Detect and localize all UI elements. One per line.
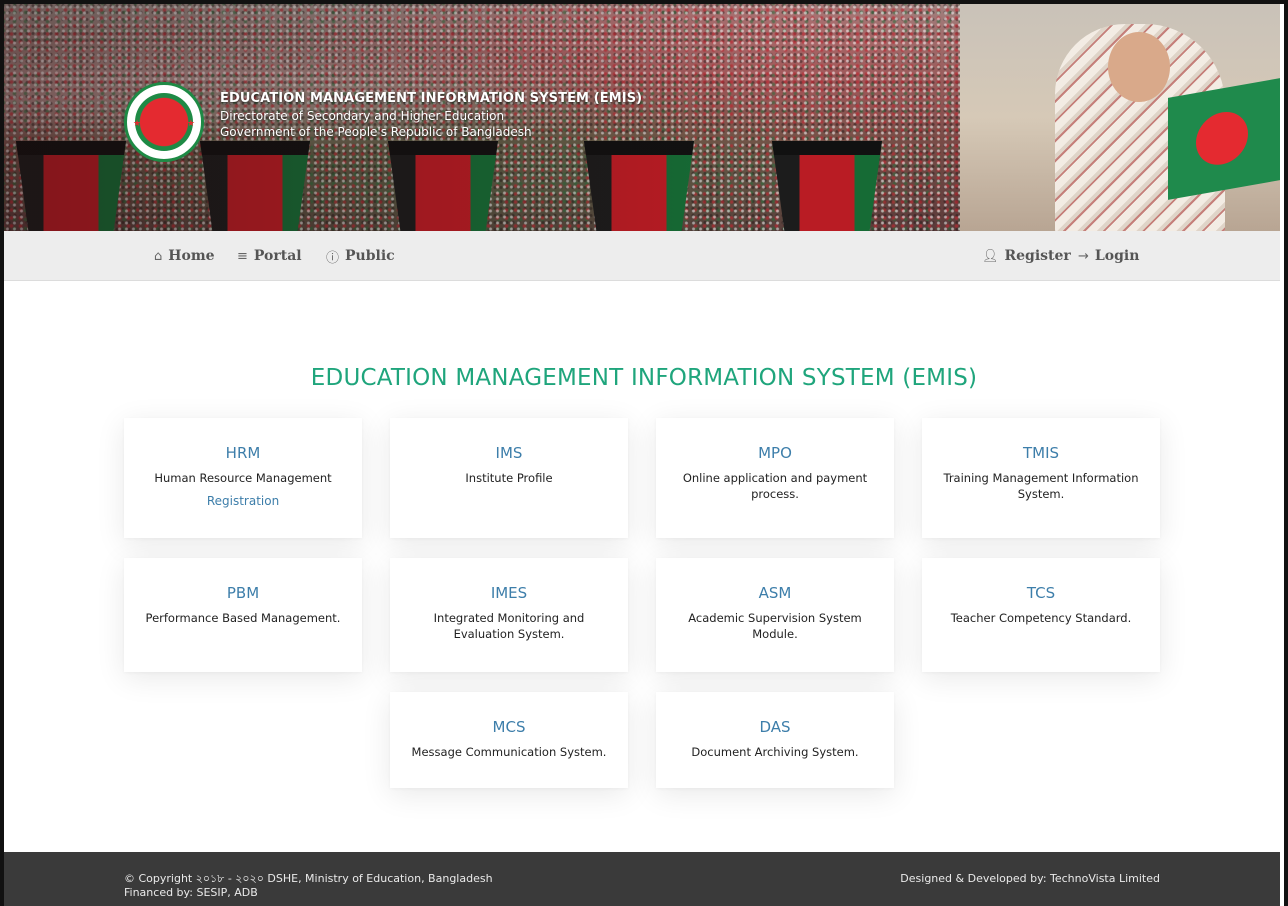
nav-public[interactable]: ⓘ Public [326, 231, 395, 281]
nav-home-label: Home [168, 248, 215, 264]
header-banner: ★ ★ EDUCATION MANAGEMENT INFORMATION SYS… [4, 4, 1280, 231]
registration-link[interactable]: Registration [124, 494, 362, 508]
module-title[interactable]: HRM [124, 444, 362, 462]
module-card-tcs[interactable]: TCS Teacher Competency Standard. [922, 558, 1160, 672]
module-card-mpo[interactable]: MPO Online application and payment proce… [656, 418, 894, 538]
bars-icon: ≡ [237, 248, 248, 264]
module-description: Academic Supervision System Module. [688, 611, 862, 641]
banner-text: EDUCATION MANAGEMENT INFORMATION SYSTEM … [220, 91, 642, 139]
developer-credit: Designed & Developed by: TechnoVista Lim… [900, 872, 1160, 885]
nav-login[interactable]: → Login [1078, 231, 1139, 281]
module-card-mcs[interactable]: MCS Message Communication System. [390, 692, 628, 788]
bunting-decoration [772, 141, 882, 231]
module-description: Teacher Competency Standard. [950, 611, 1132, 625]
module-description: Human Resource Management [154, 471, 332, 485]
banner-subtitle: Directorate of Secondary and Higher Educ… [220, 109, 505, 123]
module-card-imes[interactable]: IMES Integrated Monitoring and Evaluatio… [390, 558, 628, 672]
module-card-hrm[interactable]: HRM Human Resource Management Registrati… [124, 418, 362, 538]
module-title[interactable]: TCS [922, 584, 1160, 602]
nav-portal-label: Portal [253, 248, 302, 264]
footer-credits: © Copyright ২০১৮ - ২০২০ DSHE, Ministry o… [124, 872, 493, 900]
module-description: Integrated Monitoring and Evaluation Sys… [433, 611, 585, 641]
banner-title: EDUCATION MANAGEMENT INFORMATION SYSTEM … [220, 91, 643, 106]
module-title[interactable]: IMES [390, 584, 628, 602]
module-title[interactable]: IMS [390, 444, 628, 462]
banner-subtitle: Government of the People's Republic of B… [220, 125, 532, 139]
main-navbar: ⌂ Home ≡ Portal ⓘ Public 👤︎ Register → L… [4, 231, 1280, 281]
nav-portal[interactable]: ≡ Portal [237, 231, 302, 281]
module-title[interactable]: TMIS [922, 444, 1160, 462]
module-card-tmis[interactable]: TMIS Training Management Information Sys… [922, 418, 1160, 538]
module-description: Message Communication System. [411, 745, 607, 759]
nav-register-label: Register [1004, 248, 1071, 264]
page-title: EDUCATION MANAGEMENT INFORMATION SYSTEM … [310, 365, 978, 391]
copyright-text: © Copyright ২০১৮ - ২০২০ DSHE, Ministry o… [124, 872, 493, 885]
nav-register[interactable]: 👤︎ Register [982, 231, 1071, 281]
module-title[interactable]: MCS [390, 718, 628, 736]
leader-photo [960, 4, 1280, 231]
module-title[interactable]: PBM [124, 584, 362, 602]
module-description: Training Management Information System. [943, 471, 1139, 501]
module-title[interactable]: ASM [656, 584, 894, 602]
module-title[interactable]: MPO [656, 444, 894, 462]
module-title[interactable]: DAS [656, 718, 894, 736]
module-card-asm[interactable]: ASM Academic Supervision System Module. [656, 558, 894, 672]
nav-public-label: Public [345, 248, 395, 264]
bangladesh-flag [1168, 78, 1280, 200]
financed-text: Financed by: SESIP, ADB [124, 886, 258, 899]
nav-login-label: Login [1094, 248, 1140, 264]
module-description: Performance Based Management. [145, 611, 341, 625]
user-icon: 👤︎ [982, 248, 999, 264]
government-seal-logo: ★ ★ [124, 82, 204, 162]
module-card-ims[interactable]: IMS Institute Profile [390, 418, 628, 538]
home-icon: ⌂ [154, 248, 163, 264]
page-footer: © Copyright ২০১৮ - ২০২০ DSHE, Ministry o… [4, 852, 1280, 906]
module-description: Online application and payment process. [682, 471, 868, 501]
module-card-das[interactable]: DAS Document Archiving System. [656, 692, 894, 788]
sign-in-icon: → [1078, 248, 1089, 264]
nav-home[interactable]: ⌂ Home [154, 231, 215, 281]
module-description: Document Archiving System. [691, 745, 859, 759]
module-description: Institute Profile [465, 471, 553, 485]
module-card-pbm[interactable]: PBM Performance Based Management. [124, 558, 362, 672]
info-circle-icon: ⓘ [326, 250, 340, 266]
